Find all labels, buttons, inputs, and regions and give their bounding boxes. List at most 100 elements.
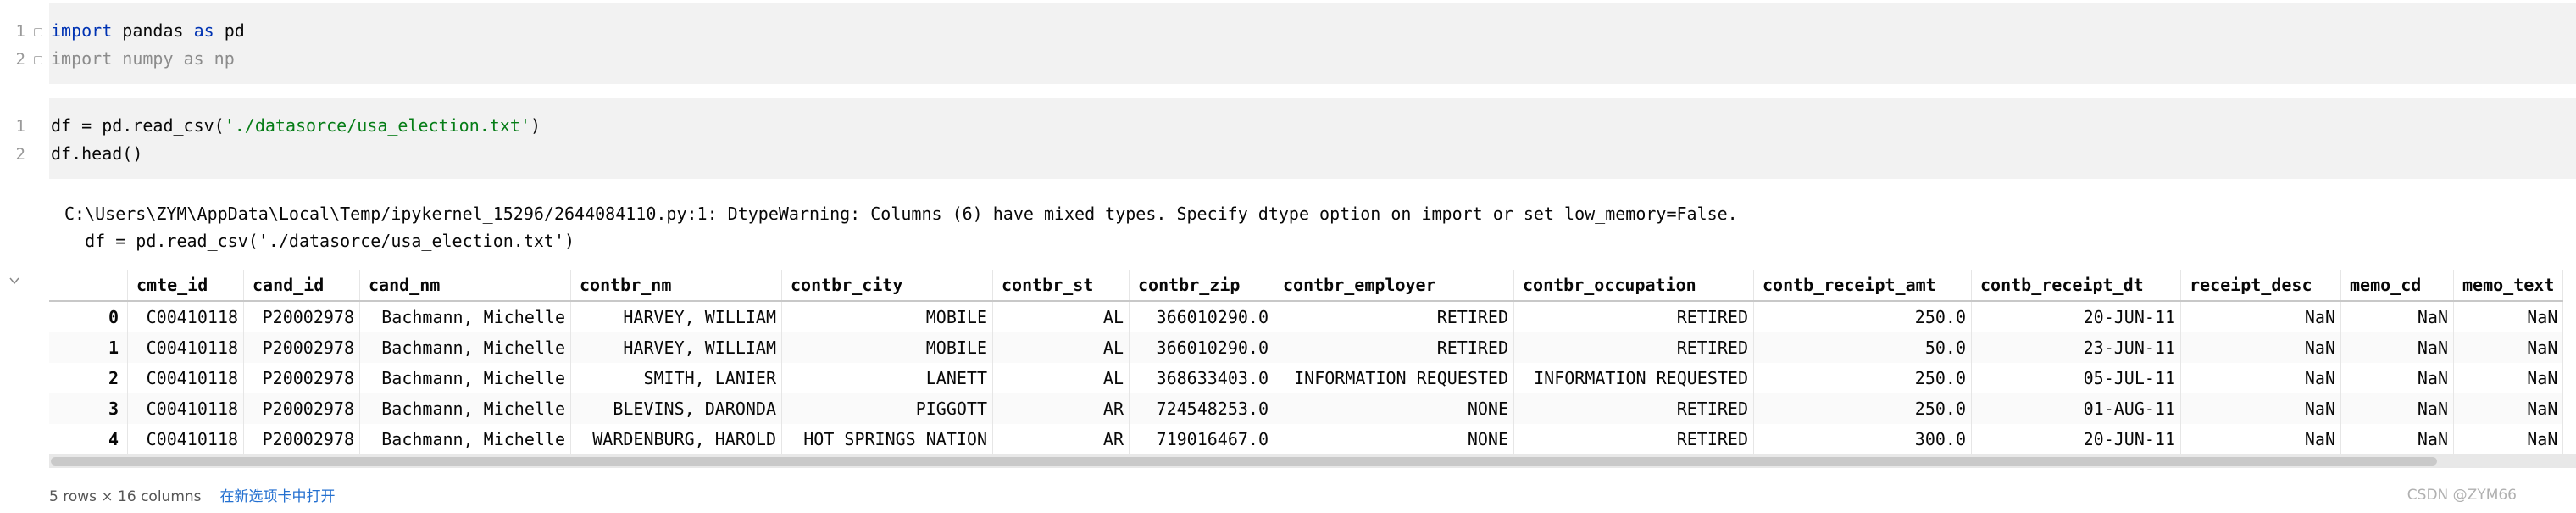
table-cell: C00410118	[127, 424, 244, 454]
table-cell: Bachmann, Michelle	[359, 363, 571, 393]
table-cell: Bachmann, Michelle	[359, 424, 571, 454]
column-header[interactable]: memo_cd	[2340, 270, 2454, 302]
table-cell: INFORMATION REQUESTED	[1513, 363, 1754, 393]
table-cell: NaN	[2180, 393, 2341, 424]
table-cell: NaN	[2180, 424, 2341, 454]
table-cell: HARVEY, WILLIAM	[570, 332, 782, 363]
table-cell: LANETT	[781, 363, 993, 393]
column-header[interactable]: cand_nm	[359, 270, 571, 302]
table-cell: NaN	[2453, 332, 2564, 363]
fold-marker-icon[interactable]	[34, 56, 42, 64]
table-cell: NaN	[2453, 424, 2564, 454]
table-cell: NaN	[2340, 301, 2454, 332]
table-cell: 366010290.0	[1129, 301, 1274, 332]
table-cell: 23-JUN-11	[1971, 332, 2181, 363]
table-cell: 368633403.0	[1129, 363, 1274, 393]
table-cell: P20002978	[243, 424, 360, 454]
dataframe-table: cmte_id cand_id cand_nm contbr_nm contbr…	[49, 270, 2564, 454]
column-header[interactable]: contbr_zip	[1129, 270, 1274, 302]
table-cell: P20002978	[243, 301, 360, 332]
table-cell: NaN	[2340, 393, 2454, 424]
table-cell: RETIRED	[1513, 332, 1754, 363]
column-header[interactable]	[49, 270, 128, 302]
code-cell-read-csv[interactable]: df = pd.read_csv('./datasorce/usa_electi…	[49, 98, 2576, 179]
column-header[interactable]: contb_receipt_dt	[1971, 270, 2181, 302]
table-cell: NONE	[1274, 393, 1514, 424]
table-cell: AL	[992, 363, 1130, 393]
table-cell: AR	[992, 393, 1130, 424]
table-cell: PIGGOTT	[781, 393, 993, 424]
table-row: 4 C00410118 P20002978 Bachmann, Michelle…	[49, 424, 2564, 454]
column-header[interactable]: contbr_occupation	[1513, 270, 1754, 302]
table-cell: AL	[992, 301, 1130, 332]
table-cell: Bachmann, Michelle	[359, 301, 571, 332]
code-line: import pandas as pd	[51, 20, 245, 41]
table-cell: C00410118	[127, 363, 244, 393]
table-cell: MOBILE	[781, 332, 993, 363]
table-cell: C00410118	[127, 393, 244, 424]
watermark: CSDN @ZYM66	[2407, 487, 2517, 504]
table-cell: RETIRED	[1274, 301, 1514, 332]
table-cell: C00410118	[127, 332, 244, 363]
code-line: df.head()	[51, 143, 143, 164]
table-cell: 250.0	[1753, 393, 1972, 424]
table-cell: SMITH, LANIER	[570, 363, 782, 393]
table-cell: NaN	[2453, 393, 2564, 424]
table-cell: RETIRED	[1513, 424, 1754, 454]
table-cell: NaN	[2180, 363, 2341, 393]
table-cell: P20002978	[243, 393, 360, 424]
table-cell: AL	[992, 332, 1130, 363]
table-cell: 724548253.0	[1129, 393, 1274, 424]
column-header[interactable]: receipt_desc	[2180, 270, 2341, 302]
table-row: 0 C00410118 P20002978 Bachmann, Michelle…	[49, 301, 2564, 332]
line-number: 1	[15, 117, 25, 136]
column-header[interactable]: contbr_city	[781, 270, 993, 302]
table-cell: 20-JUN-11	[1971, 424, 2181, 454]
row-index: 1	[49, 332, 128, 363]
table-cell: Bachmann, Michelle	[359, 332, 571, 363]
row-index: 4	[49, 424, 128, 454]
column-header[interactable]: contbr_nm	[570, 270, 782, 302]
table-row: 1 C00410118 P20002978 Bachmann, Michelle…	[49, 332, 2564, 363]
open-in-new-tab-link[interactable]: 在新选项卡中打开	[220, 488, 336, 505]
column-header[interactable]: contbr_st	[992, 270, 1130, 302]
table-cell: NaN	[2453, 363, 2564, 393]
code-cell-imports[interactable]: import pandas as pd import numpy as np	[49, 3, 2576, 84]
horizontal-scrollbar[interactable]	[49, 454, 2576, 468]
table-cell: 01-AUG-11	[1971, 393, 2181, 424]
line-number: 2	[15, 50, 25, 69]
code-line: df = pd.read_csv('./datasorce/usa_electi…	[51, 115, 541, 136]
row-index: 2	[49, 363, 128, 393]
column-header[interactable]: memo_text	[2453, 270, 2564, 302]
dtype-warning-code: df = pd.read_csv('./datasorce/usa_electi…	[64, 231, 575, 251]
table-cell: NaN	[2180, 332, 2341, 363]
table-cell: NaN	[2180, 301, 2341, 332]
table-cell: NaN	[2340, 424, 2454, 454]
column-header[interactable]: cmte_id	[127, 270, 244, 302]
rows-columns-count: 5 rows × 16 columns	[49, 488, 202, 505]
dataframe-summary: 5 rows × 16 columns 在新选项卡中打开	[49, 484, 336, 505]
table-cell: Bachmann, Michelle	[359, 393, 571, 424]
fold-marker-icon[interactable]	[34, 28, 42, 36]
table-cell: RETIRED	[1274, 332, 1514, 363]
column-header[interactable]: contb_receipt_amt	[1753, 270, 1972, 302]
collapse-output-icon[interactable]	[8, 275, 20, 287]
table-cell: P20002978	[243, 363, 360, 393]
table-row: 3 C00410118 P20002978 Bachmann, Michelle…	[49, 393, 2564, 424]
table-cell: NaN	[2340, 332, 2454, 363]
table-cell: AR	[992, 424, 1130, 454]
table-cell: 250.0	[1753, 363, 1972, 393]
table-cell: RETIRED	[1513, 301, 1754, 332]
column-header[interactable]: cand_id	[243, 270, 360, 302]
row-index: 3	[49, 393, 128, 424]
scrollbar-thumb[interactable]	[51, 457, 2437, 466]
table-cell: RETIRED	[1513, 393, 1754, 424]
table-cell: WARDENBURG, HAROLD	[570, 424, 782, 454]
table-cell: BLEVINS, DARONDA	[570, 393, 782, 424]
table-cell: 05-JUL-11	[1971, 363, 2181, 393]
column-header[interactable]: contbr_employer	[1274, 270, 1514, 302]
table-cell: INFORMATION REQUESTED	[1274, 363, 1514, 393]
table-cell: C00410118	[127, 301, 244, 332]
table-cell: NaN	[2453, 301, 2564, 332]
table-row: 2 C00410118 P20002978 Bachmann, Michelle…	[49, 363, 2564, 393]
